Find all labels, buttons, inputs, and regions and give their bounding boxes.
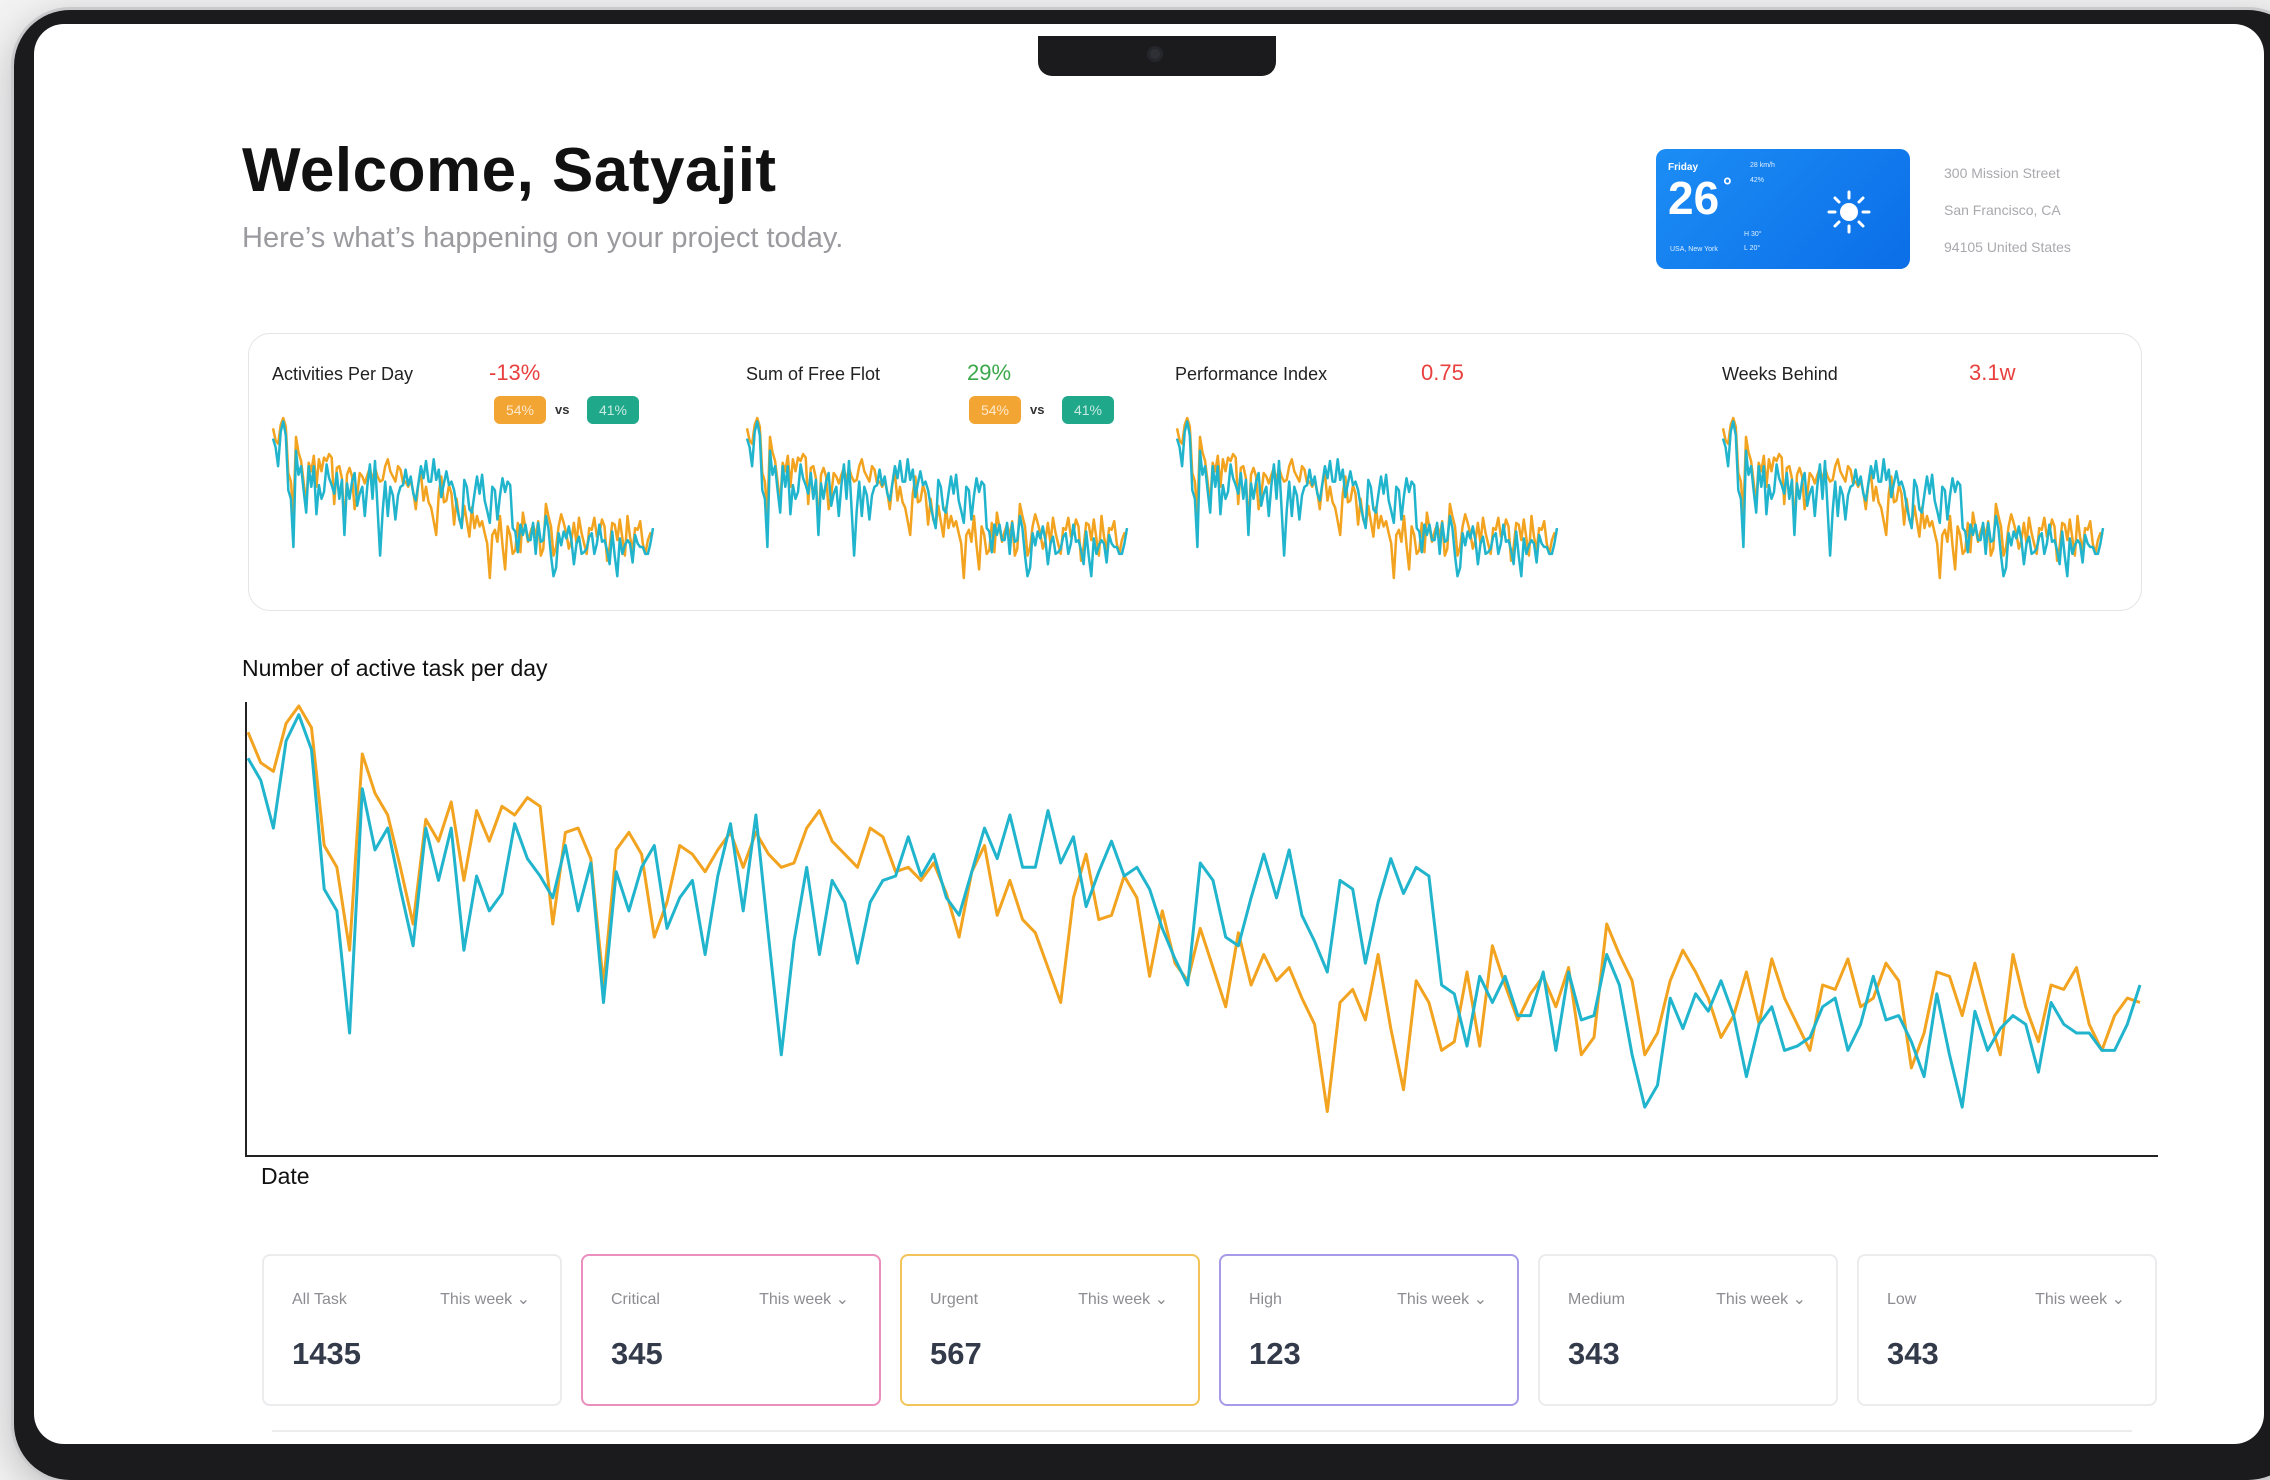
- card-value: 567: [930, 1336, 982, 1371]
- card-label: Urgent: [930, 1291, 979, 1308]
- period-dropdown[interactable]: This week ⌄: [759, 1289, 849, 1309]
- metric-value: -13%: [489, 360, 541, 385]
- card-value: 343: [1568, 1336, 1620, 1371]
- temp-high: H 30°: [1744, 231, 1762, 238]
- sparkline-4-series-2: [1721, 420, 2105, 578]
- task-card-high[interactable]: High This week ⌄ 123: [1219, 1254, 1519, 1406]
- task-card-critical[interactable]: Critical This week ⌄ 345: [581, 1254, 881, 1406]
- active-tasks-chart: [245, 702, 2158, 1157]
- period-dropdown[interactable]: This week ⌄: [1716, 1289, 1806, 1309]
- weather-degree: °: [1723, 173, 1732, 198]
- wind-speed: 28 km/h: [1750, 162, 1775, 169]
- sparkline-2-series-2: [745, 420, 1129, 578]
- sparkline-4: [1721, 416, 2105, 580]
- period-dropdown[interactable]: This week ⌄: [1397, 1289, 1487, 1309]
- period-dropdown[interactable]: This week ⌄: [440, 1289, 530, 1309]
- metric-label: Weeks Behind: [1722, 364, 1838, 384]
- metric-value: 0.75: [1421, 360, 1464, 385]
- card-value: 345: [611, 1336, 663, 1371]
- page-title: Welcome, Satyajit: [242, 136, 777, 205]
- camera-icon: [1147, 46, 1163, 62]
- x-axis-label: Date: [261, 1163, 310, 1189]
- sparkline-3: [1175, 416, 1559, 580]
- task-card-low[interactable]: Low This week ⌄ 343: [1857, 1254, 2157, 1406]
- metric-label: Activities Per Day: [272, 364, 414, 384]
- period-dropdown[interactable]: This week ⌄: [1078, 1289, 1168, 1309]
- main-chart-series-1: [246, 704, 2141, 1113]
- card-value: 1435: [292, 1336, 361, 1371]
- address-line-3: 94105 United States: [1944, 239, 2071, 255]
- card-label: All Task: [292, 1291, 347, 1308]
- sparkline-3-series-2: [1175, 420, 1559, 578]
- sparkline-2: [745, 416, 1129, 580]
- task-card-all[interactable]: All Task This week ⌄ 1435: [262, 1254, 562, 1406]
- sparkline-1: [271, 416, 655, 580]
- weather-widget[interactable]: Friday 26 ° 28 km/h 42% H 30° L 20° USA,…: [1656, 149, 1910, 269]
- card-label: Critical: [611, 1291, 660, 1308]
- card-label: Low: [1887, 1291, 1917, 1308]
- metrics-panel: Activities Per Day -13% 54% vs 41% Sum o…: [248, 333, 2142, 611]
- page-subtitle: Here’s what’s happening on your project …: [242, 222, 844, 254]
- card-label: High: [1249, 1291, 1282, 1308]
- humidity: 42%: [1750, 177, 1765, 184]
- main-chart-series-2: [246, 713, 2142, 1109]
- sun-icon: [1827, 190, 1871, 234]
- metric-label: Performance Index: [1175, 364, 1328, 384]
- task-card-medium[interactable]: Medium This week ⌄ 343: [1538, 1254, 1838, 1406]
- card-value: 123: [1249, 1336, 1301, 1371]
- weather-temperature: 26: [1668, 172, 1720, 224]
- metric-value: 29%: [967, 360, 1012, 385]
- main-chart-title: Number of active task per day: [242, 655, 548, 681]
- sparkline-1-series-2: [271, 420, 655, 578]
- period-dropdown[interactable]: This week ⌄: [2035, 1289, 2125, 1309]
- temp-low: L 20°: [1744, 245, 1761, 252]
- divider: [272, 1430, 2132, 1432]
- address-line-2: San Francisco, CA: [1944, 202, 2061, 218]
- metric-label: Sum of Free Flot: [746, 364, 881, 384]
- task-card-urgent[interactable]: Urgent This week ⌄ 567: [900, 1254, 1200, 1406]
- address-line-1: 300 Mission Street: [1944, 165, 2060, 181]
- card-value: 343: [1887, 1336, 1939, 1371]
- card-label: Medium: [1568, 1291, 1625, 1308]
- metric-value: 3.1w: [1969, 360, 2016, 385]
- weather-location: USA, New York: [1670, 246, 1718, 253]
